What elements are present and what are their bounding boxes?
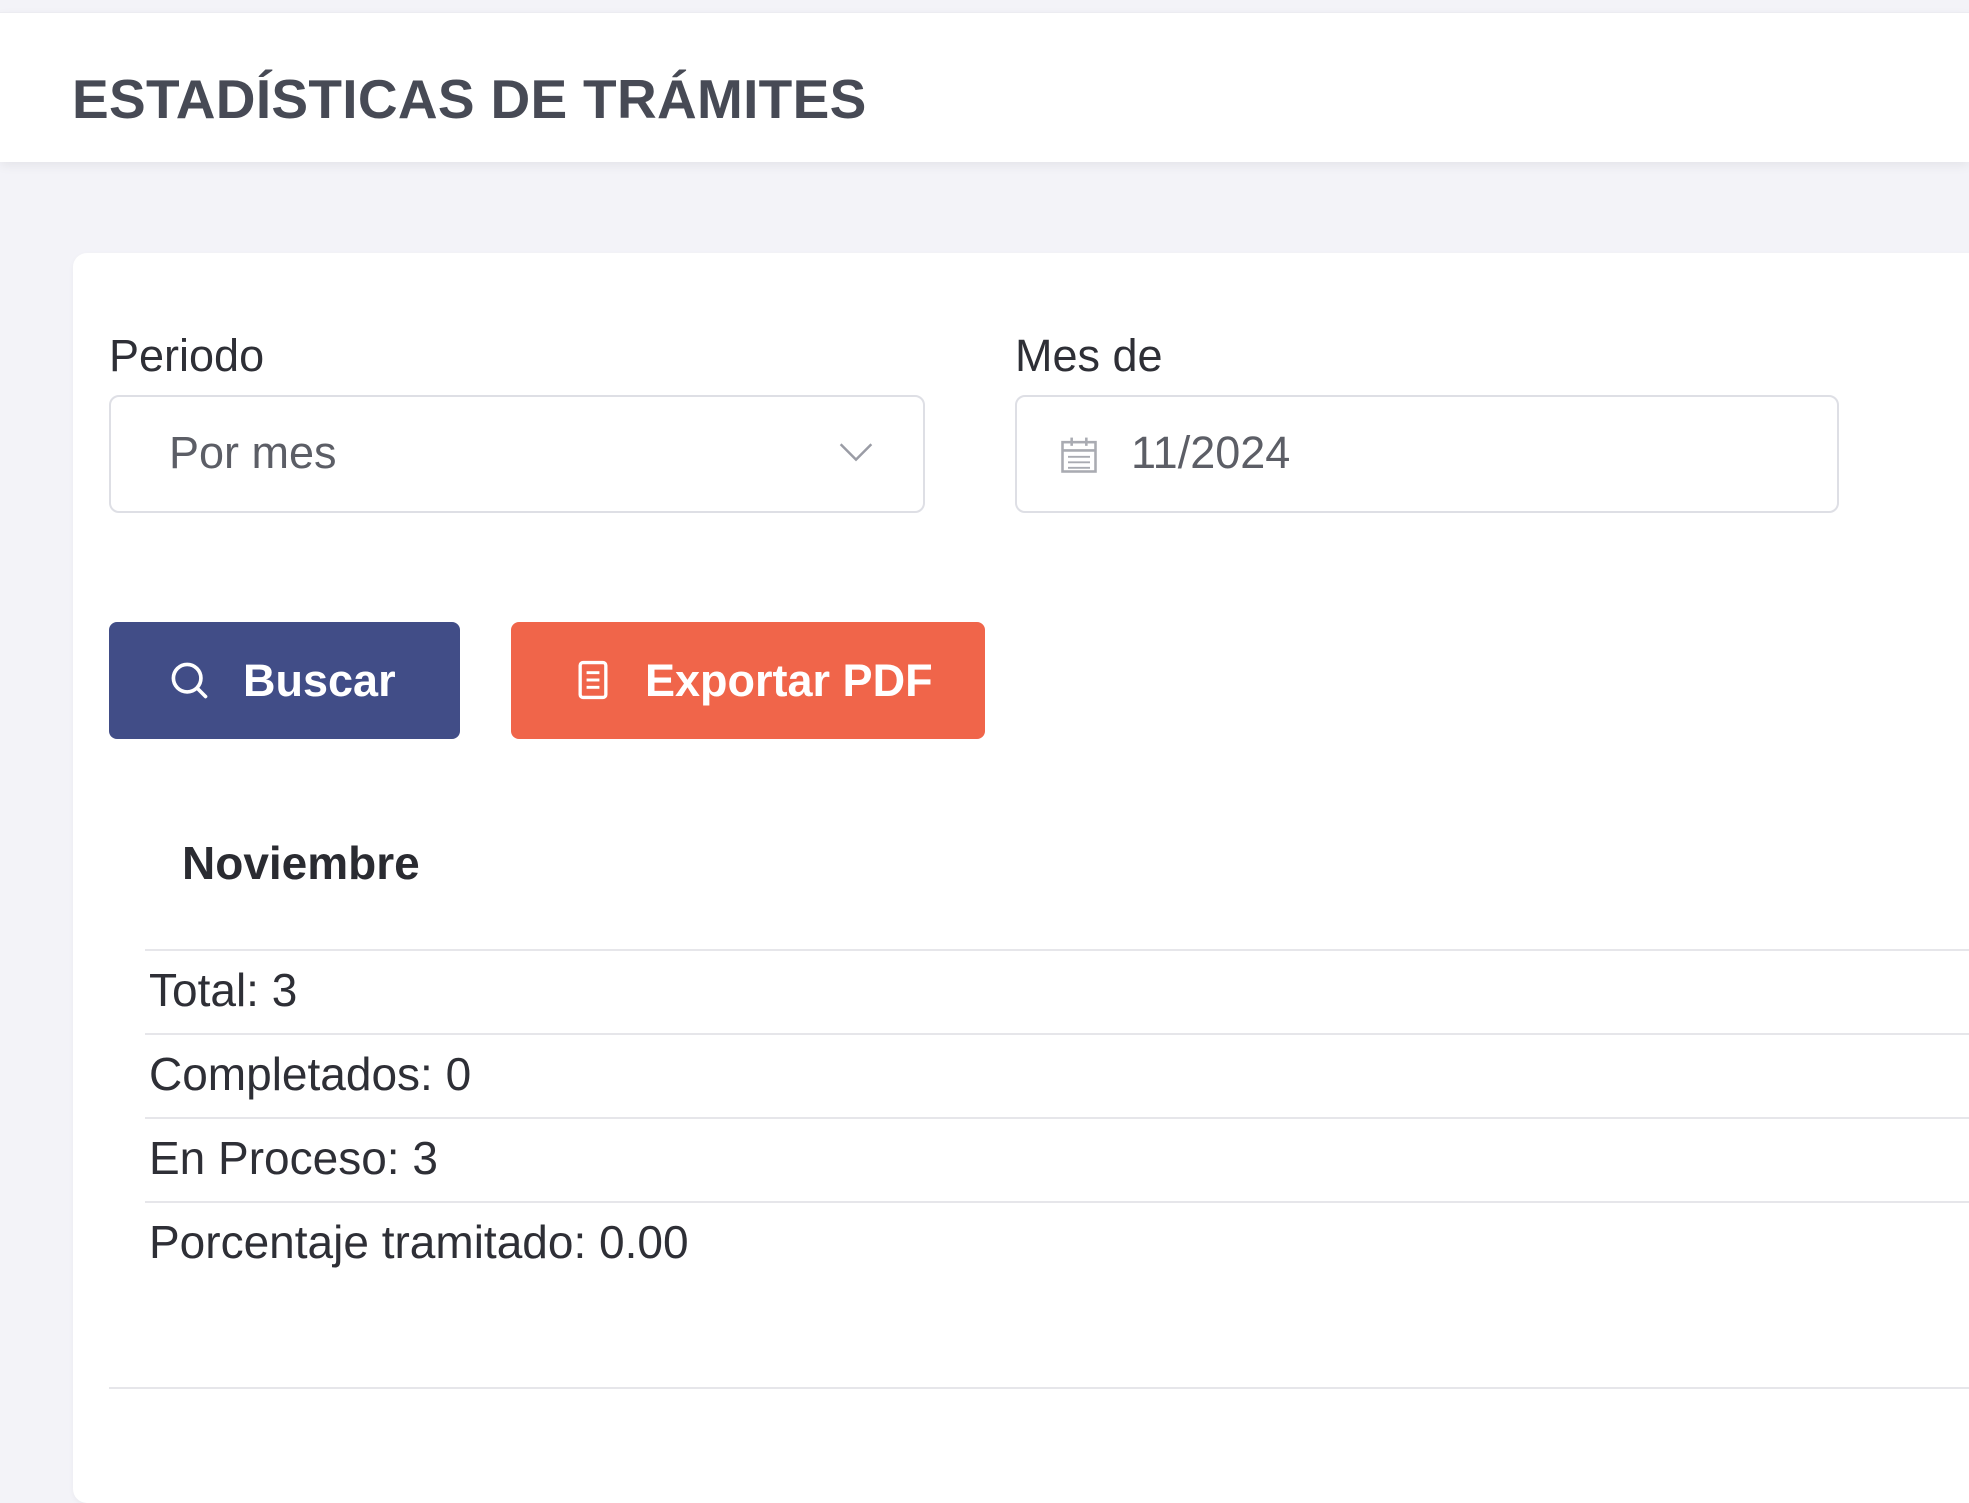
month-label: Mes de xyxy=(1015,330,1163,381)
period-label: Periodo xyxy=(109,330,265,381)
divider xyxy=(109,1387,1969,1389)
export-pdf-button[interactable]: Exportar PDF xyxy=(511,622,985,739)
stat-completed: Completados: 0 xyxy=(145,1033,1969,1117)
page-header: ESTADÍSTICAS DE TRÁMITES xyxy=(0,12,1969,162)
statistics-card: Periodo Por mes Mes de 11/2024 Buscar Ex… xyxy=(73,253,1969,1503)
stat-total: Total: 3 xyxy=(145,949,1969,1033)
stat-percentage: Porcentaje tramitado: 0.00 xyxy=(145,1201,1969,1285)
search-icon xyxy=(171,662,208,699)
page-title: ESTADÍSTICAS DE TRÁMITES xyxy=(72,68,867,130)
export-pdf-button-label: Exportar PDF xyxy=(645,655,933,706)
chevron-down-icon xyxy=(839,443,873,462)
month-date-value: 11/2024 xyxy=(1131,427,1291,478)
period-select[interactable]: Por mes xyxy=(109,395,925,513)
month-heading: Noviembre xyxy=(182,837,420,889)
period-select-value: Por mes xyxy=(169,427,337,478)
statistics-list: Total: 3 Completados: 0 En Proceso: 3 Po… xyxy=(145,949,1969,1285)
stat-in-process: En Proceso: 3 xyxy=(145,1117,1969,1201)
month-date-picker[interactable]: 11/2024 xyxy=(1015,395,1839,513)
search-button[interactable]: Buscar xyxy=(109,622,460,739)
document-icon xyxy=(578,660,608,700)
calendar-icon xyxy=(1061,437,1097,473)
search-button-label: Buscar xyxy=(243,655,396,706)
